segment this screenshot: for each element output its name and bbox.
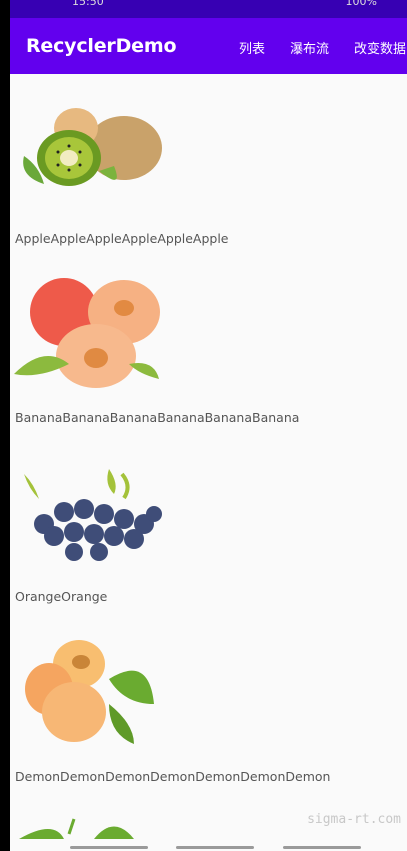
blueberry-fruit-image xyxy=(24,469,162,561)
menu-change-data-button[interactable]: 改变数据 xyxy=(354,38,406,57)
menu-waterfall-button[interactable]: 瀑布流 xyxy=(290,38,329,57)
status-bar: 15:50 100% xyxy=(10,0,407,18)
peach-fruit-image xyxy=(14,278,160,388)
nav-home-handle[interactable] xyxy=(176,846,254,849)
status-time: 15:50 xyxy=(72,0,104,8)
phone-screen: 15:50 100% RecyclerDemo 列表 瀑布流 改变数据 Appl… xyxy=(10,0,407,851)
nav-back-handle[interactable] xyxy=(70,846,148,849)
kiwi-fruit-image xyxy=(23,108,162,186)
watermark: sigma-rt.com xyxy=(307,812,401,827)
item-label: AppleAppleAppleAppleAppleApple xyxy=(15,231,229,246)
item-label: BananaBananaBananaBananaBananaBanana xyxy=(15,410,300,425)
battery-level: 100% xyxy=(345,0,377,8)
nav-recents-handle[interactable] xyxy=(283,846,361,849)
item-label: DemonDemonDemonDemonDemonDemonDemon xyxy=(15,769,331,784)
apricot-fruit-image xyxy=(25,640,154,744)
item-label: OrangeOrange xyxy=(15,589,108,604)
app-title: RecyclerDemo xyxy=(26,35,177,57)
app-bar: RecyclerDemo 列表 瀑布流 改变数据 xyxy=(10,18,407,74)
menu-list-button[interactable]: 列表 xyxy=(239,38,265,57)
leaf-fruit-image xyxy=(19,818,134,839)
